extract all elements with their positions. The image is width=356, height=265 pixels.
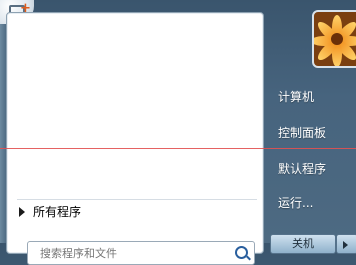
right-item-computer[interactable]: 计算机 bbox=[278, 88, 314, 105]
avatar[interactable] bbox=[312, 10, 356, 68]
right-item-default-programs[interactable]: 默认程序 bbox=[278, 160, 326, 177]
search-field[interactable] bbox=[27, 241, 255, 265]
programs-pane: 所有程序 bbox=[6, 12, 264, 265]
search-icon[interactable] bbox=[235, 246, 248, 259]
chevron-right-icon bbox=[19, 206, 25, 217]
right-item-label: 运行... bbox=[278, 196, 314, 210]
all-programs-button[interactable]: 所有程序 bbox=[19, 203, 81, 220]
right-column: 计算机 控制面板 默认程序 运行... bbox=[262, 0, 356, 243]
right-item-label: 默认程序 bbox=[278, 162, 327, 176]
overlay-line bbox=[0, 148, 356, 149]
flower-center bbox=[331, 33, 343, 45]
shutdown-button[interactable]: 关机 bbox=[270, 234, 336, 254]
right-item-label: 计算机 bbox=[278, 90, 315, 104]
all-programs-label: 所有程序 bbox=[33, 205, 82, 219]
start-menu: + 所有程序 计算机 控制面板 默 bbox=[0, 0, 356, 265]
right-item-control-panel[interactable]: 控制面板 bbox=[278, 124, 326, 141]
right-item-label: 控制面板 bbox=[278, 126, 327, 140]
right-item-run[interactable]: 运行... bbox=[278, 194, 313, 211]
chevron-right-icon bbox=[343, 241, 348, 249]
shutdown-options-button[interactable] bbox=[336, 234, 356, 254]
shutdown-label: 关机 bbox=[292, 237, 314, 250]
search-input[interactable] bbox=[38, 246, 232, 261]
separator bbox=[17, 199, 257, 200]
